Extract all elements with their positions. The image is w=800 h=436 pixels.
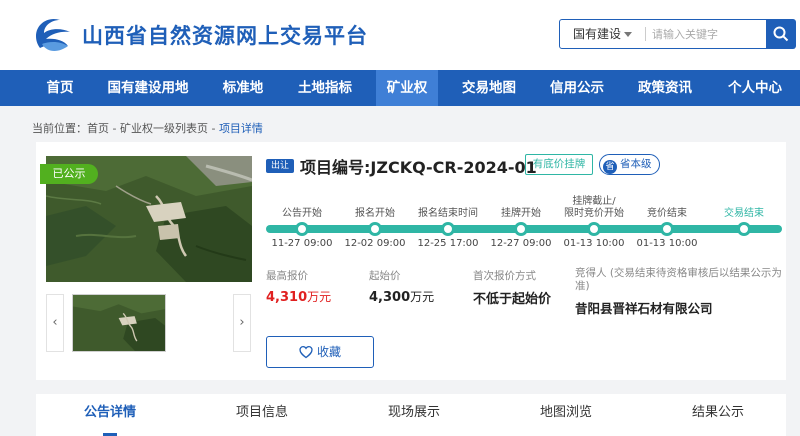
level-tag: 省省本级 <box>599 154 660 175</box>
breadcrumb-path[interactable]: 首页 - 矿业权一级列表页 - <box>87 122 219 135</box>
nav-item-land-quota[interactable]: 土地指标 <box>288 70 362 106</box>
highest-bid-value: 4,310万元 <box>266 288 331 305</box>
first-bid-method-value: 不低于起始价 <box>473 292 552 307</box>
favorite-button[interactable]: 收藏 <box>266 336 374 368</box>
project-card: 已公示 ‹ › 出让 项目编号:JZCKQ-CR-2024-01 有底价挂牌 省… <box>36 142 786 380</box>
timeline-date: 12-25 17:00 <box>417 238 479 249</box>
nav-item-trade-map[interactable]: 交易地图 <box>452 70 526 106</box>
timeline-date: 11-27 09:00 <box>271 238 333 249</box>
detail-tabs: 公告详情 项目信息 现场展示 地图浏览 结果公示 <box>36 394 786 436</box>
timeline-dot <box>737 222 751 236</box>
breadcrumb-prefix: 当前位置： <box>32 122 87 135</box>
timeline-dot <box>368 222 382 236</box>
thumb-next-button[interactable]: › <box>233 294 251 352</box>
header: 山西省自然资源网上交易平台 国有建设 <box>0 0 800 70</box>
main-nav: 首页 国有建设用地 标准地 土地指标 矿业权 交易地图 信用公示 政策资讯 个人… <box>0 70 800 106</box>
project-number: 项目编号:JZCKQ-CR-2024-01 <box>300 158 537 177</box>
search-category-select[interactable]: 国有建设 <box>560 20 644 48</box>
thumbnail-photo <box>73 295 165 351</box>
start-price-label: 起始价 <box>369 270 401 282</box>
timeline-dot <box>587 222 601 236</box>
search-divider <box>645 27 646 41</box>
start-price-unit: 万元 <box>410 290 435 304</box>
timeline-date: 01-13 10:00 <box>636 238 698 249</box>
search-category-label: 国有建设 <box>573 27 622 41</box>
timeline-dot <box>295 222 309 236</box>
search-button[interactable] <box>766 19 796 49</box>
first-bid-method-label: 首次报价方式 <box>473 270 536 282</box>
timeline-dot <box>441 222 455 236</box>
nav-item-policy[interactable]: 政策资讯 <box>628 70 702 106</box>
breadcrumb-current: 项目详情 <box>218 122 263 135</box>
platform-logo-icon <box>36 18 70 51</box>
start-price-number: 4,300 <box>369 290 411 305</box>
highest-bid-unit: 万元 <box>307 290 332 304</box>
breadcrumb: 当前位置：首页 - 矿业权一级列表页 - 项目详情 <box>32 120 263 136</box>
winner-label: 竞得人 (交易结束待资格审核后以结果公示为准) <box>575 267 782 292</box>
status-tag: 已公示 <box>40 164 98 184</box>
highest-bid-label: 最高报价 <box>266 270 308 282</box>
winner-value: 昔阳县晋祥石材有限公司 <box>575 301 713 316</box>
tab-announcement[interactable]: 公告详情 <box>50 394 170 436</box>
timeline-label-current: 交易结束 <box>724 208 764 219</box>
site-title: 山西省自然资源网上交易平台 <box>82 24 368 48</box>
start-price-value: 4,300万元 <box>369 288 434 305</box>
timeline-date: 01-13 10:00 <box>563 238 625 249</box>
favorite-label: 收藏 <box>316 345 341 359</box>
province-icon: 省 <box>603 160 617 174</box>
timeline-date: 12-02 09:00 <box>344 238 406 249</box>
tab-map-view[interactable]: 地图浏览 <box>506 394 626 436</box>
nav-item-standard-land[interactable]: 标准地 <box>212 70 274 106</box>
nav-item-credit[interactable]: 信用公示 <box>540 70 614 106</box>
nav-item-state-land[interactable]: 国有建设用地 <box>100 70 196 106</box>
heart-icon <box>299 345 313 359</box>
nav-item-user-center[interactable]: 个人中心 <box>718 70 792 106</box>
level-tag-label: 省本级 <box>620 158 652 170</box>
search-box: 国有建设 <box>559 19 796 49</box>
search-icon <box>773 26 789 42</box>
timeline-date: 12-27 09:00 <box>490 238 552 249</box>
timeline-dot <box>514 222 528 236</box>
search-input[interactable] <box>652 23 762 45</box>
highest-bid-number: 4,310 <box>266 290 308 305</box>
tab-project-info[interactable]: 项目信息 <box>202 394 322 436</box>
timeline-dot <box>660 222 674 236</box>
nav-item-home[interactable]: 首页 <box>36 70 84 106</box>
listing-type-badge: 出让 <box>266 159 294 173</box>
tab-site-display[interactable]: 现场展示 <box>354 394 474 436</box>
reserve-price-tag: 有底价挂牌 <box>525 154 593 175</box>
nav-item-mining-rights[interactable]: 矿业权 <box>376 70 438 106</box>
thumbnail-image[interactable] <box>72 294 166 352</box>
caret-down-icon <box>624 32 632 37</box>
tab-result-notice[interactable]: 结果公示 <box>658 394 778 436</box>
thumb-prev-button[interactable]: ‹ <box>46 294 64 352</box>
